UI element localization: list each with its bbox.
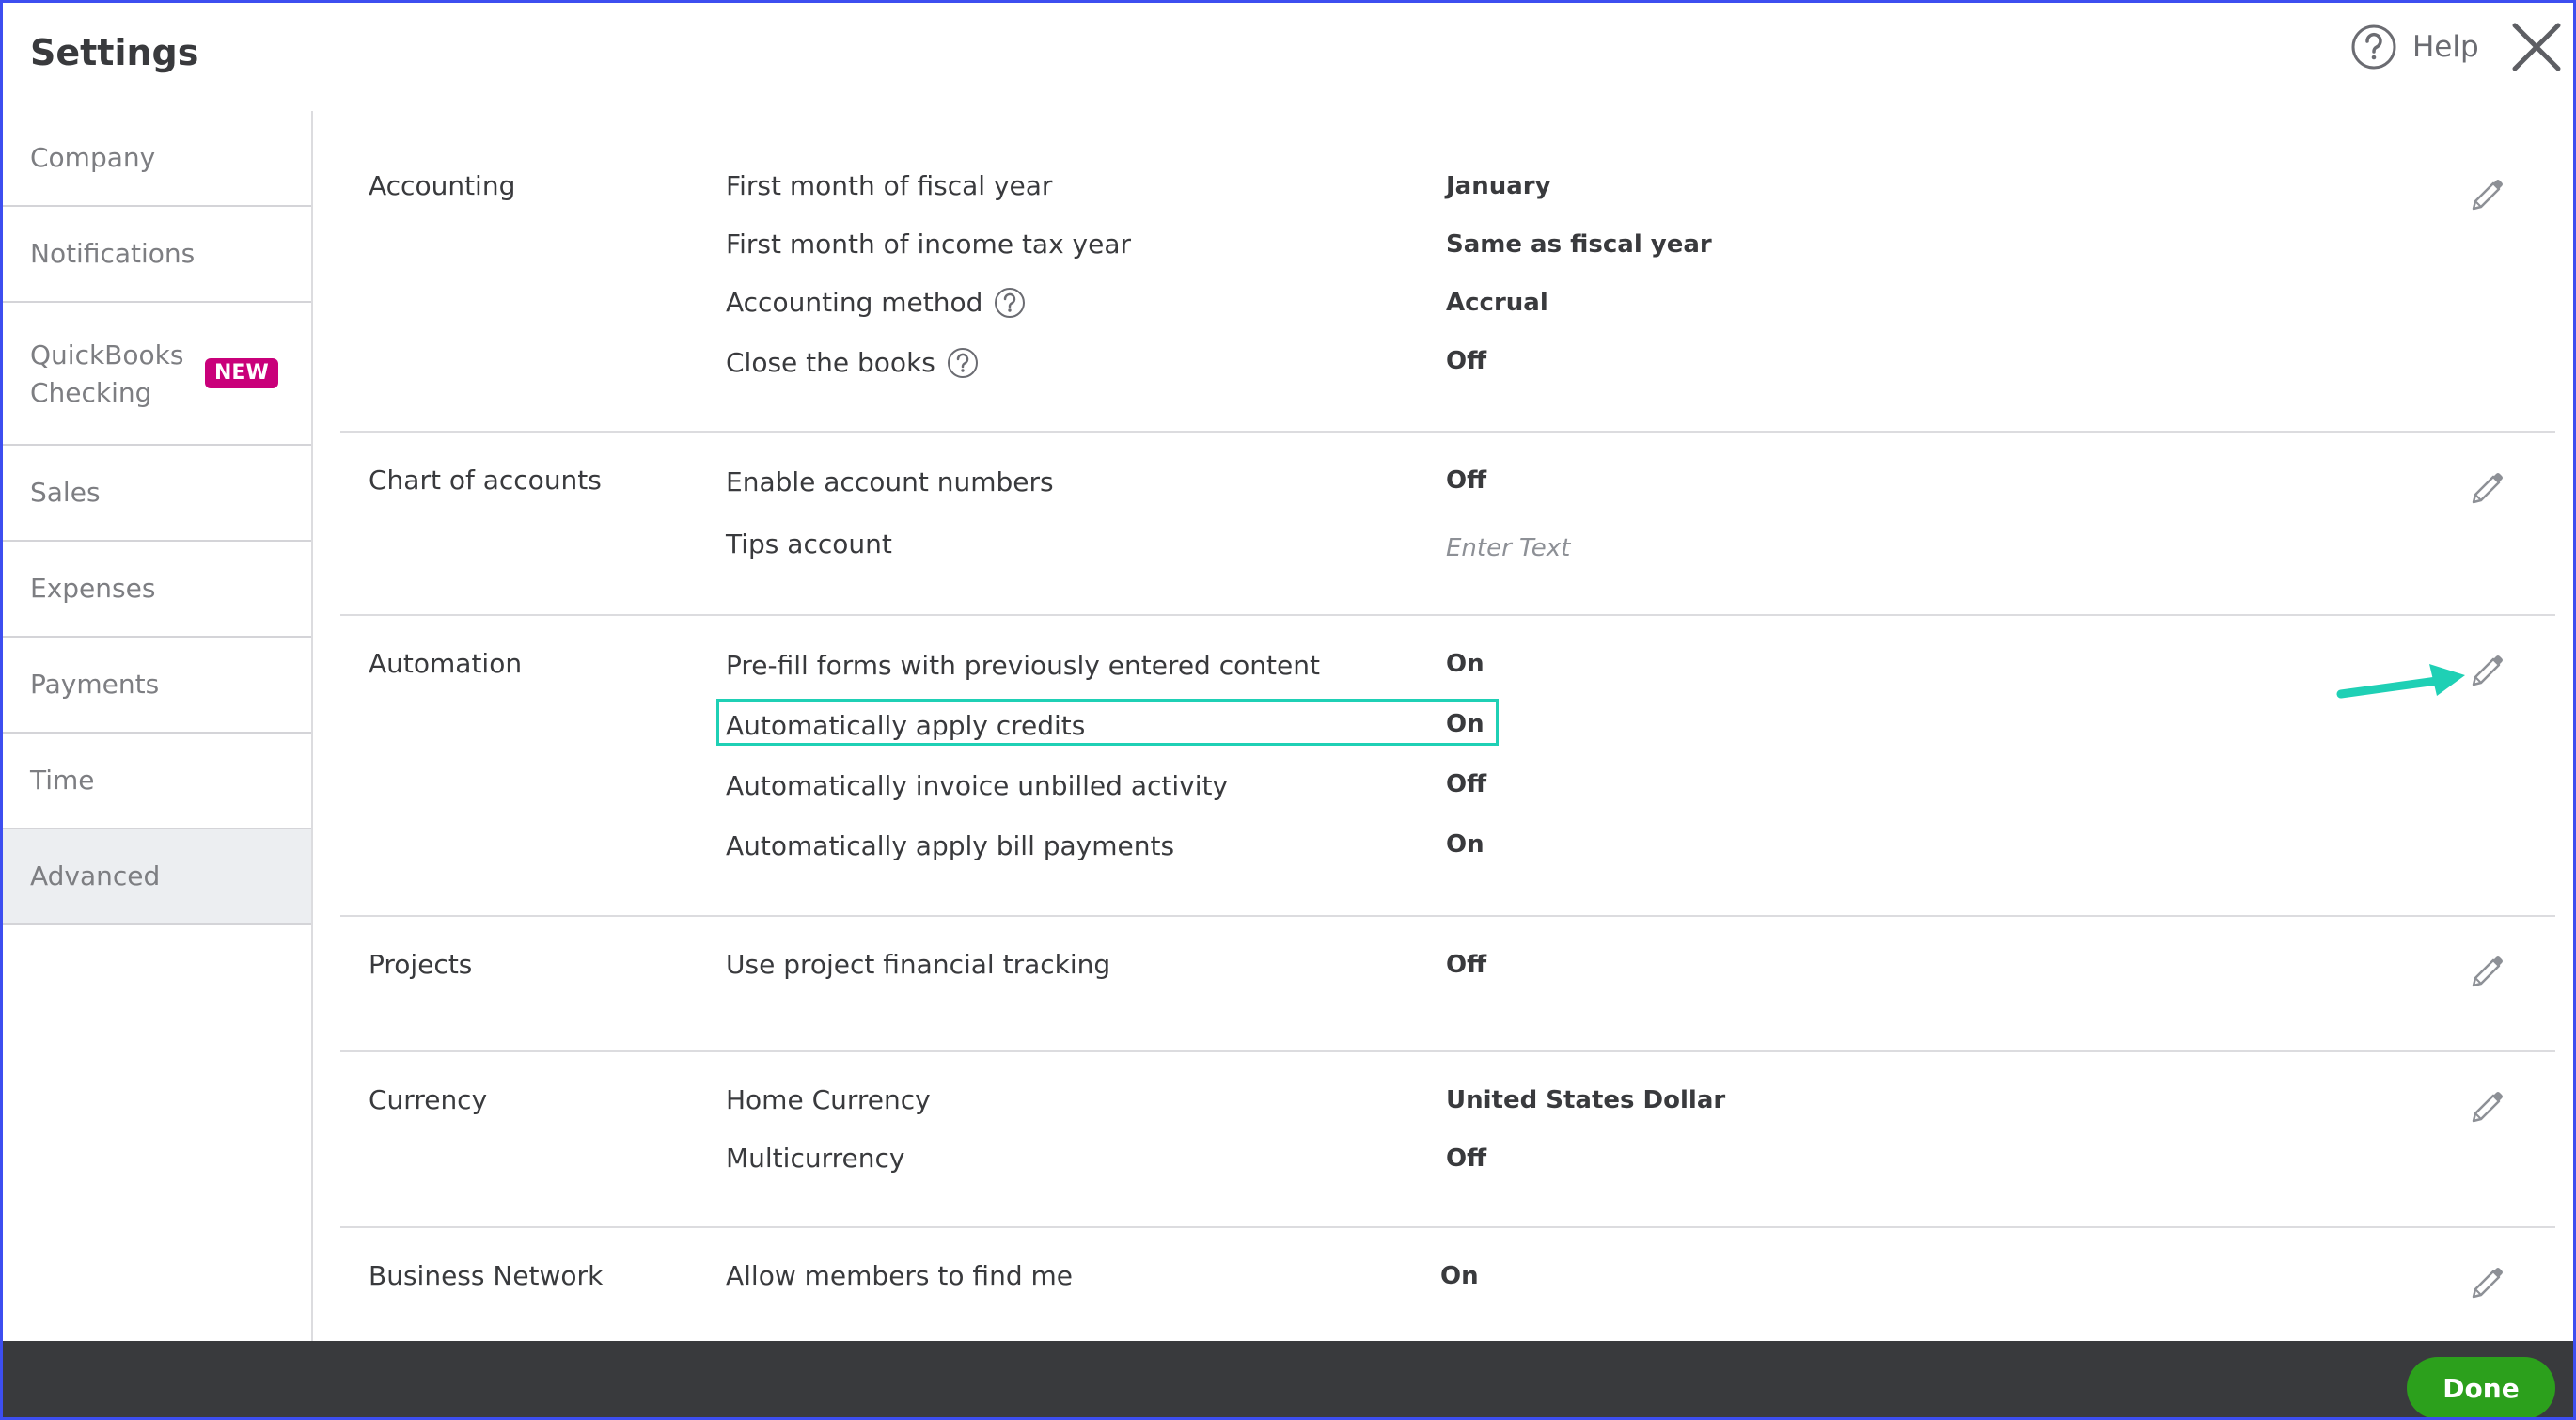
section-divider <box>340 915 2555 917</box>
setting-label: Close the books <box>726 346 979 380</box>
sidebar-item-label: Sales <box>30 477 101 508</box>
setting-label-text: Enable account numbers <box>726 466 1054 497</box>
edit-accounting-button[interactable] <box>2468 175 2507 214</box>
question-circle-icon <box>2350 24 2397 71</box>
setting-label: Enable account numbers <box>726 465 1054 499</box>
sidebar-item-label: Company <box>30 142 156 173</box>
setting-label-text: Automatically apply bill payments <box>726 830 1175 861</box>
pencil-icon <box>2472 180 2503 211</box>
setting-value: Accrual <box>1446 289 1548 317</box>
section-divider <box>340 1050 2555 1052</box>
setting-label-text: Allow members to find me <box>726 1260 1073 1291</box>
setting-label: Allow members to find me <box>726 1259 1073 1293</box>
sidebar-item-expenses[interactable]: Expenses <box>3 542 311 638</box>
setting-label-text: First month of fiscal year <box>726 170 1053 201</box>
setting-value: On <box>1446 650 1484 678</box>
pencil-icon <box>2472 1092 2503 1123</box>
pencil-icon <box>2472 1268 2503 1299</box>
setting-value: On <box>1446 830 1484 859</box>
sidebar-item-label: Advanced <box>30 860 161 891</box>
setting-label-text: Accounting method <box>726 287 983 318</box>
sidebar-item-label: Payments <box>30 669 160 700</box>
setting-value: Off <box>1446 770 1487 798</box>
edit-chart-of-accounts-button[interactable] <box>2468 468 2507 508</box>
section-title-chart-of-accounts: Chart of accounts <box>369 465 602 496</box>
edit-automation-button[interactable] <box>2468 651 2507 690</box>
footer-bar <box>3 1341 2573 1417</box>
setting-value: United States Dollar <box>1446 1086 1726 1114</box>
edit-currency-button[interactable] <box>2468 1087 2507 1127</box>
setting-label-text: Multicurrency <box>726 1143 905 1174</box>
sidebar-item-company[interactable]: Company <box>3 111 311 207</box>
setting-label-text: Use project financial tracking <box>726 949 1111 980</box>
question-circle-icon[interactable] <box>947 347 979 379</box>
setting-value: On <box>1440 1262 1479 1290</box>
section-divider <box>340 431 2555 433</box>
setting-label-text: First month of income tax year <box>726 229 1132 260</box>
highlight-annotation <box>716 699 1499 746</box>
setting-label: Home Currency <box>726 1083 931 1117</box>
section-title-projects: Projects <box>369 949 473 980</box>
close-button[interactable] <box>2510 21 2563 73</box>
new-badge: NEW <box>205 358 278 388</box>
setting-label: First month of income tax year <box>726 228 1131 261</box>
question-circle-icon[interactable] <box>994 287 1026 319</box>
sidebar-item-sales[interactable]: Sales <box>3 446 311 542</box>
sidebar-item-payments[interactable]: Payments <box>3 638 311 734</box>
setting-value: January <box>1446 172 1551 200</box>
setting-label-text: Automatically invoice unbilled activity <box>726 770 1229 801</box>
setting-label-text: Pre-fill forms with previously entered c… <box>726 650 1320 681</box>
sidebar-item-advanced[interactable]: Advanced <box>3 829 311 925</box>
setting-label: First month of fiscal year <box>726 169 1052 203</box>
sidebar-item-label: Time <box>30 765 95 796</box>
setting-label: Use project financial tracking <box>726 948 1110 982</box>
setting-value: Off <box>1446 466 1487 495</box>
setting-label: Automatically invoice unbilled activity <box>726 769 1228 803</box>
section-title-business-network: Business Network <box>369 1260 604 1291</box>
setting-value: Same as fiscal year <box>1446 230 1712 259</box>
section-divider <box>340 614 2555 616</box>
section-divider <box>340 1226 2555 1228</box>
setting-value: Off <box>1446 1144 1487 1173</box>
sidebar-item-quickbooks-checking[interactable]: QuickBooks Checking NEW <box>3 303 311 446</box>
setting-label: Accounting method <box>726 286 1026 320</box>
sidebar-item-notifications[interactable]: Notifications <box>3 207 311 303</box>
arrow-annotation <box>2336 664 2465 699</box>
sidebar-item-time[interactable]: Time <box>3 734 311 829</box>
pencil-icon <box>2472 956 2503 987</box>
settings-sidebar: Company Notifications QuickBooks Checkin… <box>3 111 313 1341</box>
sidebar-item-label: Notifications <box>30 238 196 269</box>
sidebar-item-label: QuickBooks Checking <box>30 339 184 408</box>
done-button[interactable]: Done <box>2407 1357 2555 1419</box>
page-title: Settings <box>30 32 199 73</box>
section-title-automation: Automation <box>369 648 523 679</box>
help-button[interactable]: Help <box>2350 21 2479 73</box>
setting-label-text: Close the books <box>726 347 935 378</box>
setting-label: Multicurrency <box>726 1142 904 1175</box>
section-title-accounting: Accounting <box>369 170 516 201</box>
setting-label-text: Home Currency <box>726 1084 931 1115</box>
tips-account-placeholder: Enter Text <box>1446 534 1571 562</box>
setting-label: Automatically apply bill payments <box>726 829 1174 863</box>
edit-projects-button[interactable] <box>2468 952 2507 991</box>
setting-label: Pre-fill forms with previously entered c… <box>726 649 1320 683</box>
setting-label: Tips account <box>726 528 892 561</box>
edit-business-network-button[interactable] <box>2468 1263 2507 1302</box>
setting-value: Off <box>1446 347 1487 375</box>
sidebar-item-label: Expenses <box>30 573 156 604</box>
setting-label-text: Tips account <box>726 529 892 560</box>
help-label: Help <box>2412 30 2479 64</box>
pencil-icon <box>2472 655 2503 686</box>
section-title-currency: Currency <box>369 1084 488 1115</box>
pencil-icon <box>2472 473 2503 504</box>
setting-value: Off <box>1446 951 1487 979</box>
close-x-icon <box>2510 21 2563 73</box>
